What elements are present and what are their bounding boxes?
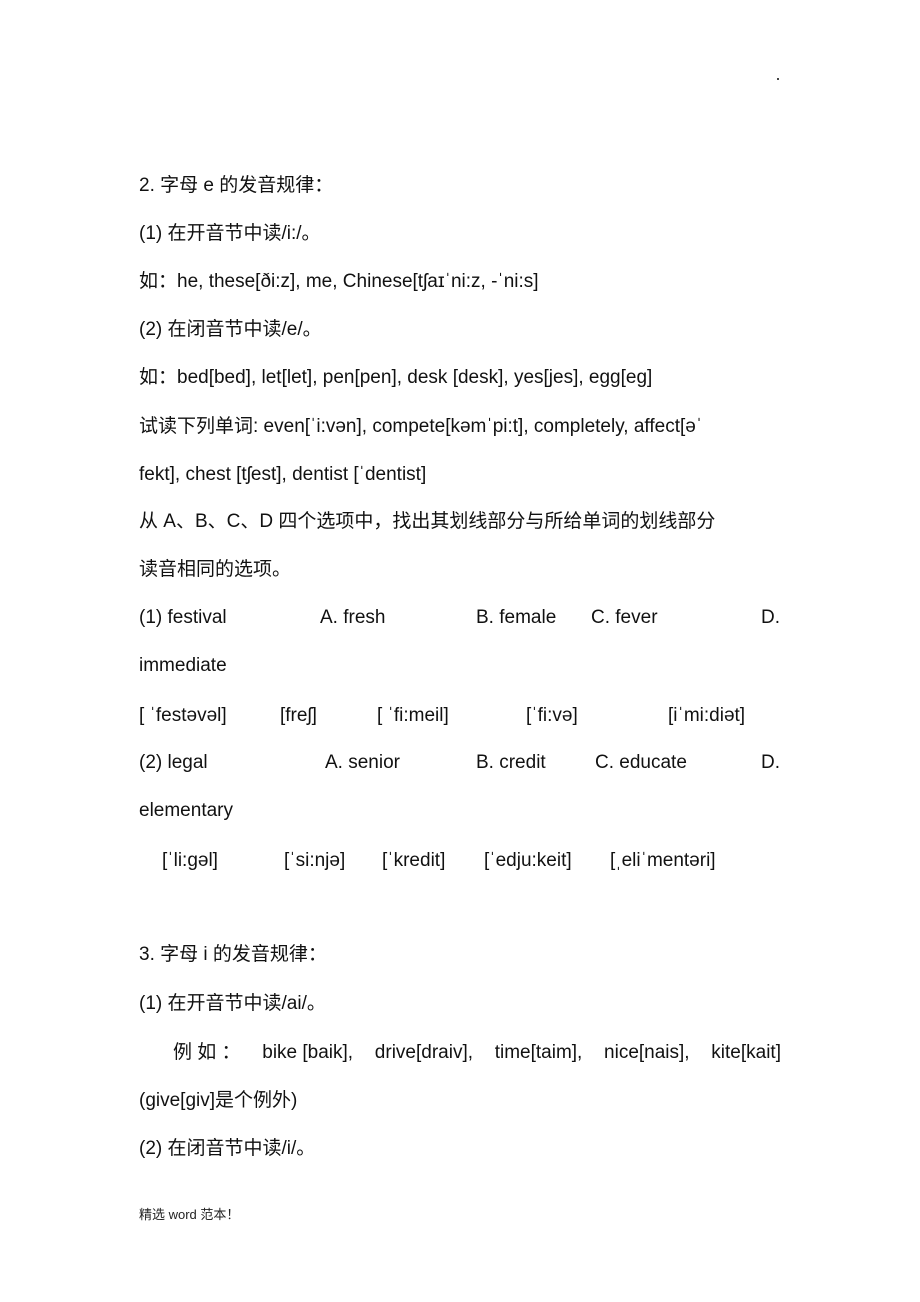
phonetic: [ˈedju:keit] [484, 850, 572, 871]
phonetic: [ˌeliˈmentəri] [610, 850, 716, 871]
phonetic: [freʃ] [280, 705, 317, 726]
example-word: bike [baik], [262, 1042, 354, 1063]
example-word: kite[kait] [711, 1042, 781, 1063]
phonetic: [ ˈfi:meil] [377, 705, 449, 726]
option-a: A. senior [325, 752, 400, 773]
phonetic: [ˈfi:və] [526, 705, 578, 726]
option-b: B. female [476, 607, 557, 628]
section-3-heading: 3. 字母 i 的发音规律： [139, 944, 327, 965]
section-3-rule-2: (2) 在闭音节中读/i/。 [139, 1138, 316, 1159]
instruction-line-1: 从 A、B、C、D 四个选项中，找出其划线部分与所给单词的划线部分 [139, 511, 716, 532]
example-word: drive[draiv], [374, 1042, 473, 1063]
example-word: time[taim], [494, 1042, 583, 1063]
option-d: D. [761, 607, 780, 628]
section-3-rule-1-examples: 例 如 ： bike [baik], drive[draiv], time[ta… [173, 1041, 781, 1065]
page-marker-dot [777, 78, 779, 80]
section-3-rule-1: (1) 在开音节中读/ai/。 [139, 993, 326, 1014]
example-label: 例 如 ： [173, 1042, 241, 1063]
section-2-rule-1-examples: 如：he, these[ði:z], me, Chinese[tʃaɪˈni:z… [139, 271, 539, 292]
question-stem: (2) legal [139, 752, 208, 773]
option-d-word: elementary [139, 800, 233, 821]
option-d-word: immediate [139, 655, 227, 676]
option-c: C. fever [591, 607, 658, 628]
question-stem: (1) festival [139, 607, 227, 628]
phonetic: [ˈkredit] [382, 850, 446, 871]
practice-words-line-1: 试读下列单词: even[ˈi:vən], compete[kəmˈpi:t],… [139, 416, 703, 437]
option-b: B. credit [476, 752, 546, 773]
phonetic: [ˈsi:njə] [284, 850, 346, 871]
instruction-line-2: 读音相同的选项。 [139, 559, 292, 580]
section-2-heading: 2. 字母 e 的发音规律： [139, 175, 334, 196]
section-2-rule-1: (1) 在开音节中读/i:/。 [139, 223, 321, 244]
page-footer: 精选 word 范本！ [139, 1207, 240, 1222]
document-page: 2. 字母 e 的发音规律： (1) 在开音节中读/i:/。 如：he, the… [0, 0, 920, 1302]
section-3-exception: (give[ɡiv]是个例外) [139, 1090, 298, 1111]
practice-words-line-2: fekt], chest [tʃest], dentist [ˈdentist] [139, 464, 427, 485]
phonetic: [ ˈfestəvəl] [139, 705, 227, 726]
phonetic: [ˈli:ɡəl] [162, 850, 218, 871]
section-2-rule-2-examples: 如：bed[bed], let[let], pen[pen], desk [de… [139, 367, 653, 388]
option-c: C. educate [595, 752, 687, 773]
phonetic: [iˈmi:diət] [668, 705, 746, 726]
option-a: A. fresh [320, 607, 386, 628]
option-d: D. [761, 752, 780, 773]
example-word: nice[nais], [604, 1042, 690, 1063]
section-2-rule-2: (2) 在闭音节中读/e/。 [139, 319, 322, 340]
